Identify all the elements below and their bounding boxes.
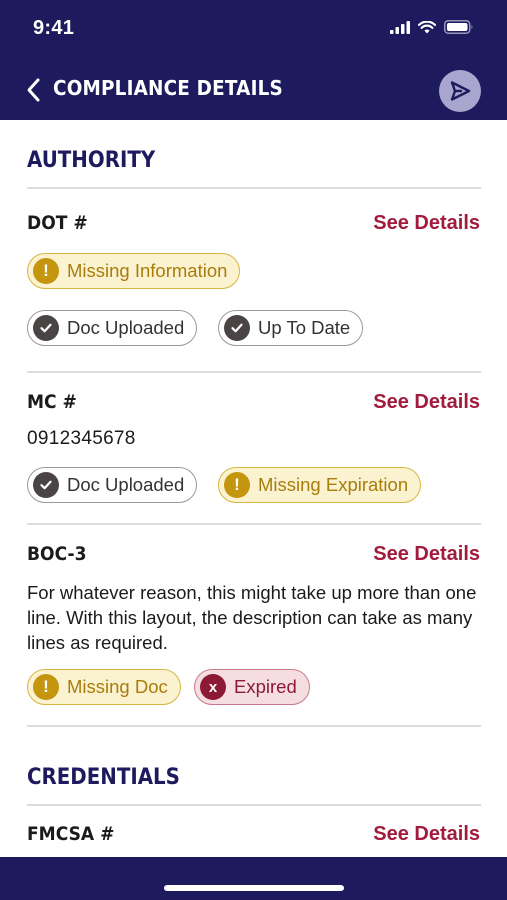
item-title-mc: MC # <box>27 391 77 413</box>
see-details-fmcsa-link[interactable]: See Details <box>373 823 480 846</box>
send-button[interactable] <box>439 70 481 112</box>
bottom-bar <box>0 857 507 900</box>
item-title-boc3: BOC-3 <box>27 543 87 565</box>
send-icon <box>450 81 471 101</box>
content-scroll[interactable]: AUTHORITY DOT # See Details ! Missing In… <box>0 120 507 857</box>
badge-label: Missing Information <box>67 260 228 281</box>
see-details-boc3-link[interactable]: See Details <box>373 543 480 566</box>
mc-number-value: 0912345678 <box>27 428 136 449</box>
badge-label: Expired <box>234 676 297 697</box>
badge-label: Doc Uploaded <box>67 317 185 338</box>
status-time: 9:41 <box>33 17 75 39</box>
status-badge-missing-information: ! Missing Information <box>27 253 241 289</box>
back-button[interactable] <box>22 74 50 106</box>
divider <box>27 804 481 806</box>
status-badge-expired: x Expired <box>194 669 310 705</box>
badge-label: Doc Uploaded <box>67 474 185 495</box>
page-title: COMPLIANCE DETAILS <box>53 76 283 100</box>
warning-icon: ! <box>33 674 59 700</box>
section-title-authority: AUTHORITY <box>27 148 156 173</box>
divider <box>27 187 481 189</box>
battery-icon <box>444 20 473 34</box>
wifi-icon <box>418 20 436 33</box>
see-details-dot-link[interactable]: See Details <box>373 212 480 235</box>
divider <box>27 371 481 373</box>
boc3-description: For whatever reason, this might take up … <box>27 582 477 653</box>
status-badge-doc-uploaded: Doc Uploaded <box>27 310 198 346</box>
signal-icon <box>390 20 410 34</box>
warning-icon: ! <box>224 472 250 498</box>
divider <box>27 725 481 727</box>
check-circle-icon <box>33 315 59 341</box>
home-indicator[interactable] <box>164 885 344 891</box>
warning-icon: ! <box>33 258 59 284</box>
chevron-left-icon <box>27 78 40 102</box>
check-circle-icon <box>33 472 59 498</box>
see-details-mc-link[interactable]: See Details <box>373 391 480 414</box>
status-badge-missing-expiration: ! Missing Expiration <box>218 467 422 503</box>
divider <box>27 523 481 525</box>
item-title-dot: DOT # <box>27 212 88 234</box>
status-badge-up-to-date: Up To Date <box>218 310 364 346</box>
status-badge-missing-doc: ! Missing Doc <box>27 669 181 705</box>
x-circle-icon: x <box>200 674 226 700</box>
status-icons <box>390 20 474 34</box>
item-title-fmcsa: FMCSA # <box>27 823 115 845</box>
badge-label: Missing Expiration <box>258 474 409 495</box>
section-title-credentials: CREDENTIALS <box>27 765 180 790</box>
badge-label: Up To Date <box>258 317 351 338</box>
check-circle-icon <box>224 315 250 341</box>
status-bar: 9:41 <box>0 0 507 60</box>
badge-label: Missing Doc <box>67 676 168 697</box>
status-badge-doc-uploaded: Doc Uploaded <box>27 467 198 503</box>
top-bar: 9:41 COMPLIANCE DETAILS <box>0 0 507 120</box>
nav-bar: COMPLIANCE DETAILS <box>0 60 507 120</box>
